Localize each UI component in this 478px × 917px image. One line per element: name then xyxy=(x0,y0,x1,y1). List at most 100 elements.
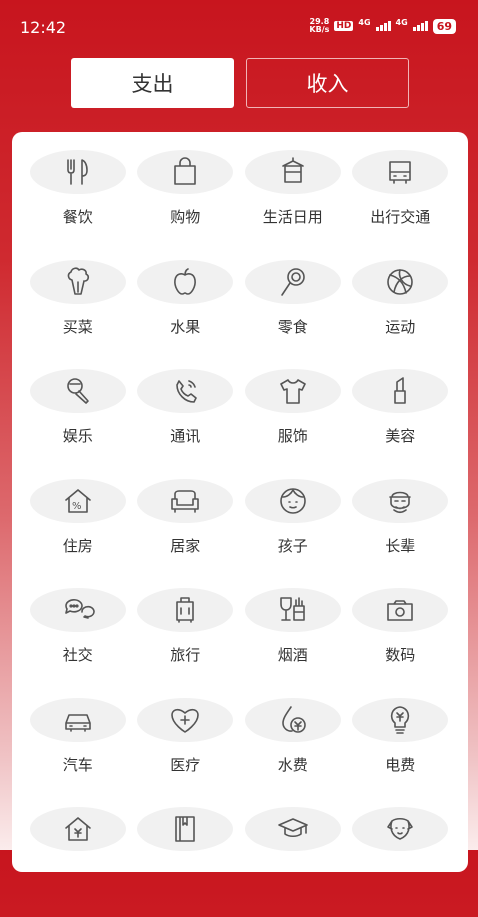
category-item[interactable]: 购物 xyxy=(132,150,240,260)
category-icon-bg xyxy=(137,807,234,851)
chat-bubbles-icon xyxy=(64,599,95,619)
category-icon-bg xyxy=(352,807,449,851)
category-icon-bg xyxy=(244,150,341,194)
category-icon-bg xyxy=(29,259,126,304)
category-label: 买菜 xyxy=(62,317,93,336)
lipstick-icon xyxy=(394,377,407,404)
category-label: 美容 xyxy=(385,427,416,445)
house-yen-icon xyxy=(64,817,91,841)
category-label: 出行交通 xyxy=(370,208,431,226)
dog-icon xyxy=(387,817,414,840)
category-icon-bg xyxy=(29,150,126,194)
category-label: 运动 xyxy=(385,317,416,336)
category-item[interactable]: % 住房 xyxy=(24,478,132,589)
category-icon-bg xyxy=(244,807,341,851)
category-item[interactable]: 电费 xyxy=(347,697,455,808)
category-icon-bg xyxy=(29,369,126,413)
lollipop-icon xyxy=(280,267,305,296)
category-item[interactable]: 水果 xyxy=(132,259,240,370)
network-speed: 29.8 KB/s xyxy=(309,17,330,34)
utensils-icon xyxy=(66,159,88,185)
microphone-icon xyxy=(66,378,89,404)
category-item[interactable]: 服饰 xyxy=(239,369,347,479)
category-icon-bg xyxy=(29,807,126,851)
category-item[interactable]: 出行交通 xyxy=(347,150,455,260)
category-item[interactable]: 社交 xyxy=(24,588,132,698)
elder-face-icon xyxy=(389,491,412,513)
category-item[interactable]: 买菜 xyxy=(24,259,132,370)
category-item[interactable]: 居家 xyxy=(132,478,240,589)
category-item[interactable]: 孩子 xyxy=(239,478,347,589)
camera-icon xyxy=(387,600,414,621)
heart-plus-icon xyxy=(171,708,200,733)
suitcase-icon xyxy=(176,597,195,623)
category-item[interactable]: 餐饮 xyxy=(24,150,132,260)
category-icon-bg xyxy=(244,369,341,413)
category-item[interactable] xyxy=(24,807,132,917)
category-label: 居家 xyxy=(170,536,201,555)
category-label: 电费 xyxy=(385,755,416,774)
category-label: 烟酒 xyxy=(277,646,308,664)
category-icon-bg xyxy=(352,369,449,413)
tab-income[interactable]: 收入 xyxy=(246,58,409,108)
category-item[interactable] xyxy=(132,807,240,917)
category-panel: 餐饮 购物 生活日用 出行交通买菜 水果 零食 运动娱乐 通讯 服饰 美容 % 住房 居家 孩子 长辈社交 旅… xyxy=(12,132,468,872)
category-label: 水果 xyxy=(170,317,201,336)
category-label: 汽车 xyxy=(62,755,93,774)
status-indicators: 29.8 KB/s HD 4G 4G 69 xyxy=(309,18,456,34)
category-icon-bg xyxy=(137,588,234,632)
category-icon-bg xyxy=(137,478,234,523)
hd-badge: HD xyxy=(334,21,354,31)
svg-text:%: % xyxy=(72,501,82,512)
lte-label-1: 4G xyxy=(358,18,371,27)
category-item[interactable]: 生活日用 xyxy=(239,150,347,260)
category-icon-bg xyxy=(352,478,449,523)
signal-icon xyxy=(375,21,391,31)
graduation-cap-icon xyxy=(277,818,308,838)
category-label: 旅行 xyxy=(170,646,201,664)
category-item[interactable]: 数码 xyxy=(347,588,455,698)
category-item[interactable]: 烟酒 xyxy=(239,588,347,698)
water-drop-yen-icon xyxy=(281,705,306,733)
category-label: 服饰 xyxy=(277,427,308,445)
category-item[interactable] xyxy=(347,807,455,917)
signal-icon-2 xyxy=(412,21,428,31)
category-item[interactable] xyxy=(239,807,347,917)
category-label: 数码 xyxy=(385,646,416,664)
type-tabs: 支出 收入 xyxy=(71,58,409,108)
lte-label-2: 4G xyxy=(395,18,408,27)
category-item[interactable]: 旅行 xyxy=(132,588,240,698)
category-icon-bg xyxy=(352,259,449,304)
category-label: 通讯 xyxy=(170,427,201,445)
category-item[interactable]: 通讯 xyxy=(132,369,240,479)
category-label: 生活日用 xyxy=(262,208,323,226)
category-item[interactable]: 零食 xyxy=(239,259,347,370)
category-icon-bg xyxy=(352,150,449,194)
category-icon-bg xyxy=(244,478,341,523)
category-icon-bg xyxy=(137,259,234,304)
category-icon-bg xyxy=(29,588,126,632)
category-item[interactable]: 医疗 xyxy=(132,697,240,808)
vegetable-icon xyxy=(67,266,89,295)
apple-icon xyxy=(174,267,197,295)
category-grid: 餐饮 购物 生活日用 出行交通买菜 水果 零食 运动娱乐 通讯 服饰 美容 % 住房 居家 孩子 长辈社交 旅… xyxy=(12,150,478,917)
category-item[interactable]: 美容 xyxy=(347,369,455,479)
category-icon-bg xyxy=(244,588,341,632)
status-bar: 12:42 29.8 KB/s HD 4G 4G 69 xyxy=(0,0,478,56)
category-label: 娱乐 xyxy=(62,427,93,445)
category-item[interactable]: 运动 xyxy=(347,259,455,370)
category-item[interactable]: 娱乐 xyxy=(24,369,132,479)
category-label: 水费 xyxy=(277,755,308,774)
category-item[interactable]: 水费 xyxy=(239,697,347,808)
category-icon-bg xyxy=(29,697,126,742)
shopping-bag-icon xyxy=(174,157,197,185)
status-time: 12:42 xyxy=(20,18,67,37)
category-label: 孩子 xyxy=(277,536,308,555)
bulb-yen-icon xyxy=(391,705,410,734)
category-item[interactable]: 汽车 xyxy=(24,697,132,808)
tab-expense[interactable]: 支出 xyxy=(71,58,234,108)
wine-cigarette-icon xyxy=(279,597,305,621)
bus-icon xyxy=(389,161,412,184)
category-icon-bg xyxy=(244,697,341,742)
category-item[interactable]: 长辈 xyxy=(347,478,455,589)
